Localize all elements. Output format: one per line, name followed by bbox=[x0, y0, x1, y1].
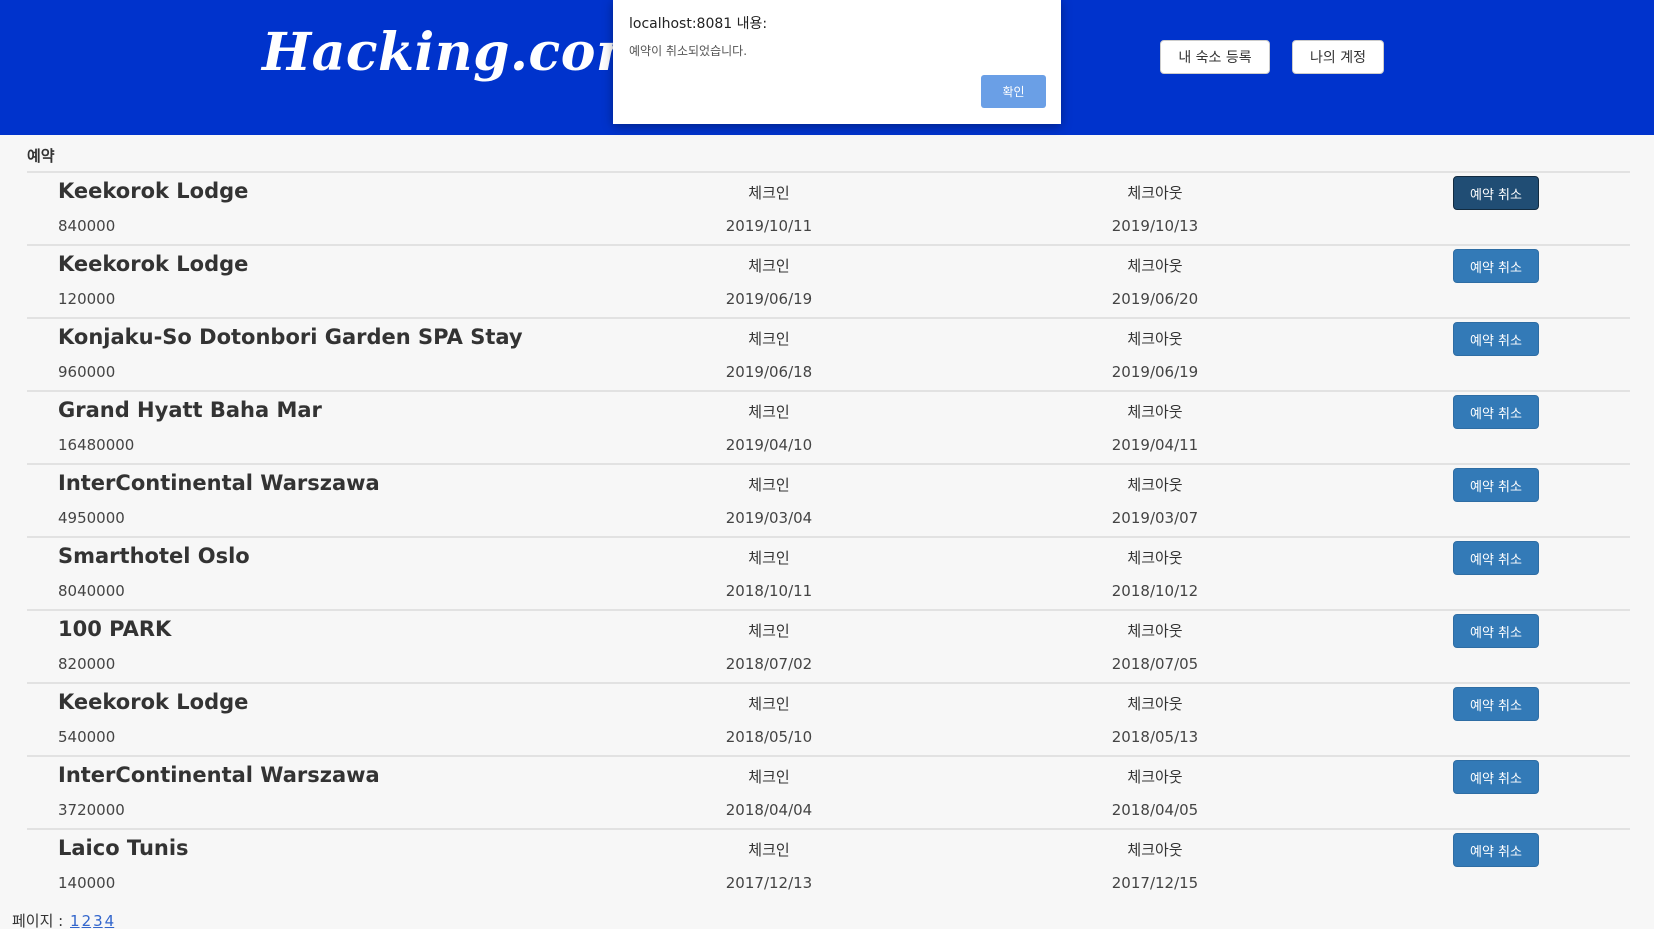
hotel-name: Grand Hyatt Baha Mar bbox=[58, 398, 322, 422]
checkin-date: 2018/04/04 bbox=[725, 801, 813, 819]
reservation-row: Keekorok Lodge 120000 체크인 2019/06/19 체크아웃 201… bbox=[27, 244, 1630, 317]
checkin-date: 2017/12/13 bbox=[725, 874, 813, 892]
checkout-date: 2019/06/19 bbox=[1111, 363, 1199, 381]
reservation-price: 960000 bbox=[58, 363, 116, 381]
checkin-label: 체크인 bbox=[748, 695, 790, 713]
checkin-label: 체크인 bbox=[748, 622, 790, 640]
hotel-name: InterContinental Warszawa bbox=[58, 763, 380, 787]
cancel-reservation-button[interactable]: 예약 취소 bbox=[1453, 541, 1539, 575]
checkout-label: 체크아웃 bbox=[1127, 257, 1183, 275]
checkout-date: 2018/10/12 bbox=[1111, 582, 1199, 600]
page-link[interactable]: 1 bbox=[70, 912, 80, 930]
checkout-label: 체크아웃 bbox=[1127, 622, 1183, 640]
cancel-reservation-button[interactable]: 예약 취소 bbox=[1453, 395, 1539, 429]
hotel-name: 100 PARK bbox=[58, 617, 172, 641]
checkout-label: 체크아웃 bbox=[1127, 403, 1183, 421]
reservation-price: 840000 bbox=[58, 217, 116, 235]
checkout-label: 체크아웃 bbox=[1127, 549, 1183, 567]
reservation-price: 3720000 bbox=[58, 801, 125, 819]
page-link[interactable]: 4 bbox=[105, 912, 115, 930]
reservation-price: 120000 bbox=[58, 290, 116, 308]
hotel-name: Laico Tunis bbox=[58, 836, 189, 860]
reservation-row: InterContinental Warszawa 3720000 체크인 2018/… bbox=[27, 755, 1630, 828]
checkin-date: 2019/03/04 bbox=[725, 509, 813, 527]
checkin-date: 2019/06/19 bbox=[725, 290, 813, 308]
checkout-label: 체크아웃 bbox=[1127, 768, 1183, 786]
hotel-name: Keekorok Lodge bbox=[58, 690, 249, 714]
cancel-reservation-button[interactable]: 예약 취소 bbox=[1453, 760, 1539, 794]
hotel-name: Keekorok Lodge bbox=[58, 252, 249, 276]
checkout-date: 2019/03/07 bbox=[1111, 509, 1199, 527]
alert-dialog: localhost:8081 내용: 예약이 취소되었습니다. 확인 bbox=[613, 0, 1061, 124]
reservation-list: Keekorok Lodge 840000 체크인 2019/10/11 체크아웃 201… bbox=[27, 171, 1630, 901]
checkin-date: 2018/07/02 bbox=[725, 655, 813, 673]
checkin-label: 체크인 bbox=[748, 841, 790, 859]
site-logo[interactable]: Hacking.com bbox=[262, 22, 651, 83]
reservation-row: Smarthotel Oslo 8040000 체크인 2018/10/11 체크아웃 2… bbox=[27, 536, 1630, 609]
checkout-date: 2019/10/13 bbox=[1111, 217, 1199, 235]
reservation-row: Laico Tunis 140000 체크인 2017/12/13 체크아웃 2017/1… bbox=[27, 828, 1630, 901]
section-title: 예약 bbox=[27, 147, 55, 165]
checkout-date: 2017/12/15 bbox=[1111, 874, 1199, 892]
checkin-label: 체크인 bbox=[748, 184, 790, 202]
checkin-date: 2018/05/10 bbox=[725, 728, 813, 746]
hotel-name: Keekorok Lodge bbox=[58, 179, 249, 203]
checkout-label: 체크아웃 bbox=[1127, 841, 1183, 859]
checkout-date: 2019/04/11 bbox=[1111, 436, 1199, 454]
register-property-button[interactable]: 내 숙소 등록 bbox=[1160, 40, 1270, 74]
cancel-reservation-button[interactable]: 예약 취소 bbox=[1453, 322, 1539, 356]
checkin-date: 2019/10/11 bbox=[725, 217, 813, 235]
dialog-title: localhost:8081 내용: bbox=[629, 16, 768, 32]
dialog-ok-button[interactable]: 확인 bbox=[981, 75, 1046, 108]
hotel-name: Konjaku-So Dotonbori Garden SPA Stay bbox=[58, 325, 523, 349]
checkin-date: 2019/04/10 bbox=[725, 436, 813, 454]
reservation-row: Grand Hyatt Baha Mar 16480000 체크인 2019/04/1… bbox=[27, 390, 1630, 463]
checkout-label: 체크아웃 bbox=[1127, 330, 1183, 348]
reservation-row: InterContinental Warszawa 4950000 체크인 2019/… bbox=[27, 463, 1630, 536]
reservation-price: 16480000 bbox=[58, 436, 135, 454]
cancel-reservation-button[interactable]: 예약 취소 bbox=[1453, 833, 1539, 867]
checkin-date: 2018/10/11 bbox=[725, 582, 813, 600]
reservation-price: 820000 bbox=[58, 655, 116, 673]
checkin-label: 체크인 bbox=[748, 768, 790, 786]
pagination-label: 페이지 : bbox=[12, 912, 64, 930]
cancel-reservation-button[interactable]: 예약 취소 bbox=[1453, 687, 1539, 721]
pagination: 페이지 : 1234 bbox=[12, 910, 114, 931]
checkout-date: 2018/07/05 bbox=[1111, 655, 1199, 673]
dialog-message: 예약이 취소되었습니다. bbox=[629, 44, 748, 58]
checkout-date: 2019/06/20 bbox=[1111, 290, 1199, 308]
checkin-label: 체크인 bbox=[748, 257, 790, 275]
cancel-reservation-button[interactable]: 예약 취소 bbox=[1453, 614, 1539, 648]
reservation-price: 540000 bbox=[58, 728, 116, 746]
checkin-label: 체크인 bbox=[748, 476, 790, 494]
reservation-price: 140000 bbox=[58, 874, 116, 892]
reservation-price: 4950000 bbox=[58, 509, 125, 527]
reservation-row: Keekorok Lodge 840000 체크인 2019/10/11 체크아웃 201… bbox=[27, 171, 1630, 244]
hotel-name: Smarthotel Oslo bbox=[58, 544, 250, 568]
checkin-label: 체크인 bbox=[748, 549, 790, 567]
checkout-label: 체크아웃 bbox=[1127, 184, 1183, 202]
page-link[interactable]: 2 bbox=[82, 912, 92, 930]
cancel-reservation-button[interactable]: 예약 취소 bbox=[1453, 249, 1539, 283]
checkin-label: 체크인 bbox=[748, 330, 790, 348]
hotel-name: InterContinental Warszawa bbox=[58, 471, 380, 495]
checkout-label: 체크아웃 bbox=[1127, 695, 1183, 713]
my-account-button[interactable]: 나의 계정 bbox=[1292, 40, 1384, 74]
checkout-date: 2018/04/05 bbox=[1111, 801, 1199, 819]
checkout-date: 2018/05/13 bbox=[1111, 728, 1199, 746]
reservation-row: 100 PARK 820000 체크인 2018/07/02 체크아웃 2018/07/0… bbox=[27, 609, 1630, 682]
reservation-row: Konjaku-So Dotonbori Garden SPA Stay 9600… bbox=[27, 317, 1630, 390]
reservation-price: 8040000 bbox=[58, 582, 125, 600]
cancel-reservation-button[interactable]: 예약 취소 bbox=[1453, 468, 1539, 502]
checkin-label: 체크인 bbox=[748, 403, 790, 421]
page-link[interactable]: 3 bbox=[93, 912, 103, 930]
checkout-label: 체크아웃 bbox=[1127, 476, 1183, 494]
cancel-reservation-button[interactable]: 예약 취소 bbox=[1453, 176, 1539, 210]
reservation-row: Keekorok Lodge 540000 체크인 2018/05/10 체크아웃 201… bbox=[27, 682, 1630, 755]
checkin-date: 2019/06/18 bbox=[725, 363, 813, 381]
reservations-page: 예약 Keekorok Lodge 840000 체크인 2019/10/11 체크아웃… bbox=[0, 135, 1654, 931]
